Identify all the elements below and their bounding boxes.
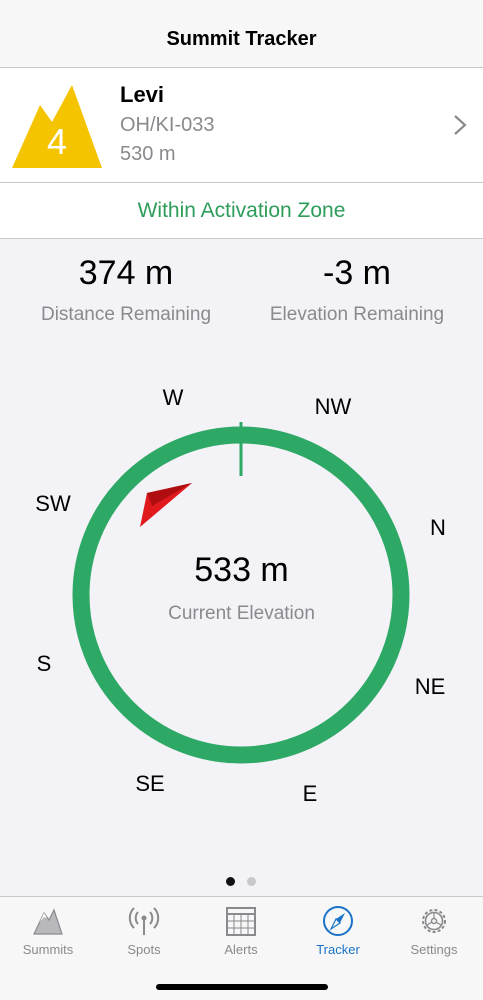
tab-summits[interactable]: Summits	[0, 897, 96, 967]
compass-graphic	[72, 422, 410, 764]
tab-label-tracker: Tracker	[316, 942, 360, 957]
current-elevation-value: 533 m	[194, 551, 289, 589]
tab-label-summits: Summits	[22, 942, 74, 957]
tab-alerts[interactable]: Alerts	[193, 897, 289, 967]
compass-label-nw: NW	[314, 394, 352, 419]
compass-label-n: N	[430, 515, 446, 540]
compass-label-sw: SW	[35, 491, 71, 516]
page-dot-2[interactable]	[247, 877, 256, 886]
compass-ring	[72, 426, 410, 764]
page-indicator[interactable]	[226, 877, 256, 886]
mountain-icon	[33, 908, 63, 935]
tab-label-spots: Spots	[127, 942, 161, 957]
home-indicator[interactable]	[156, 984, 328, 990]
compass-label-s: S	[36, 651, 52, 676]
compass-label-e: E	[302, 781, 318, 806]
tab-label-settings: Settings	[410, 942, 458, 957]
calendar-icon	[226, 907, 256, 936]
direction-pointer-shade	[147, 483, 192, 506]
antenna-icon	[128, 907, 160, 935]
compass-icon	[323, 906, 353, 936]
page-dot-1[interactable]	[226, 877, 235, 886]
compass-label-w: W	[162, 385, 184, 410]
compass-label-se: SE	[135, 771, 165, 796]
current-elevation-label: Current Elevation	[168, 603, 315, 624]
tab-tracker[interactable]: Tracker	[290, 897, 386, 967]
gear-icon	[422, 909, 446, 933]
tab-settings[interactable]: Settings	[386, 897, 482, 967]
tab-spots[interactable]: Spots	[96, 897, 192, 967]
tab-label-alerts: Alerts	[224, 942, 258, 957]
compass-label-ne: NE	[414, 674, 446, 699]
